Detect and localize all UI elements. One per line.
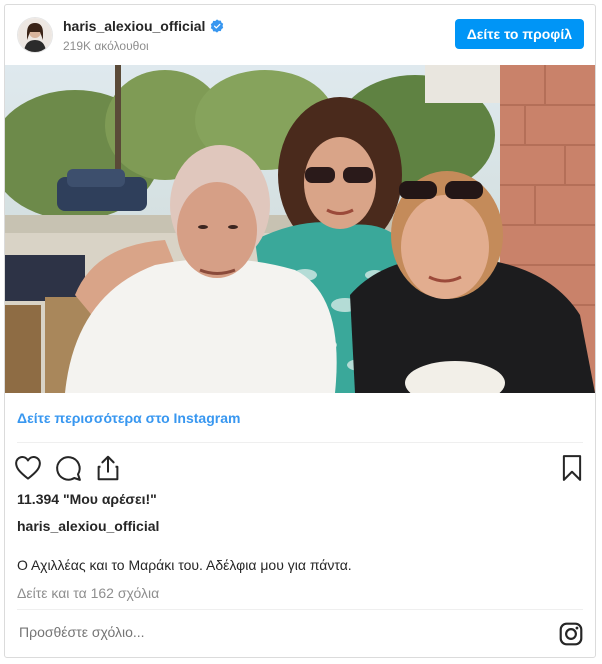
post-header: haris_alexiou_official 219K ακόλουθοι Δε… — [5, 5, 595, 65]
avatar[interactable] — [17, 17, 53, 53]
bookmark-icon[interactable] — [557, 453, 587, 483]
divider — [17, 442, 583, 443]
heart-icon[interactable] — [13, 453, 43, 483]
instagram-embed-card: haris_alexiou_official 219K ακόλουθοι Δε… — [4, 4, 596, 658]
post-photo[interactable] — [5, 65, 595, 393]
share-icon[interactable] — [93, 453, 123, 483]
post-caption: Ο Αχιλλέας και το Μαράκι του. Αδέλφια μο… — [17, 557, 352, 573]
see-more-on-instagram-link[interactable]: Δείτε περισσότερα στο Instagram — [17, 410, 240, 426]
post-actions — [5, 449, 595, 489]
header-username[interactable]: haris_alexiou_official — [63, 18, 224, 34]
caption-username[interactable]: haris_alexiou_official — [17, 518, 159, 534]
verified-badge-icon — [211, 19, 224, 33]
username-text[interactable]: haris_alexiou_official — [63, 18, 205, 34]
comment-icon[interactable] — [53, 453, 83, 483]
followers-count: 219K ακόλουθοι — [63, 39, 149, 53]
add-comment-input[interactable] — [17, 623, 541, 641]
view-all-comments-link[interactable]: Δείτε και τα 162 σχόλια — [17, 585, 159, 601]
likes-count[interactable]: 11.394 "Μου αρέσει!" — [17, 491, 157, 507]
view-profile-button[interactable]: Δείτε το προφίλ — [454, 19, 584, 49]
divider — [17, 609, 583, 610]
instagram-icon[interactable] — [558, 621, 584, 647]
